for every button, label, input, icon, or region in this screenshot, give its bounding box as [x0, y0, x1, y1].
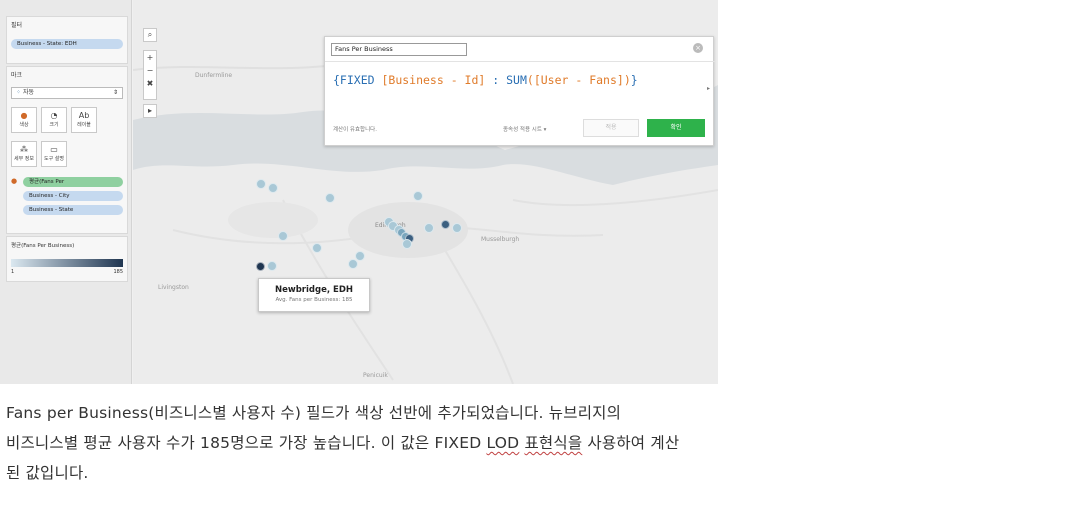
apply-button[interactable]: 적용 [583, 119, 639, 137]
formula-close: } [630, 73, 638, 87]
caption-line-3: 된 값입니다. [6, 464, 89, 482]
filters-card: 필터 Business - State: EDH [6, 16, 128, 64]
tooltip-detail: Avg. Fans per Business: 185 [275, 297, 353, 303]
divider [325, 61, 715, 62]
zoom-out-icon[interactable]: − [144, 64, 156, 77]
search-icon[interactable]: ⌕ [143, 28, 157, 42]
caption: Fans per Business(비즈니스별 사용자 수) 필드가 색상 선반… [6, 398, 1082, 488]
filters-title: 필터 [11, 22, 23, 29]
calc-name-input[interactable]: Fans Per Business [331, 43, 467, 56]
zoom-in-icon[interactable]: + [144, 51, 156, 64]
zoom-controls: + − ✖ [143, 50, 157, 100]
formula-arg: ([User - Fans]) [526, 73, 631, 87]
marks-title: 마크 [11, 72, 23, 79]
pin-icon[interactable]: ✖ [144, 77, 156, 90]
place-label: Livingston [158, 284, 189, 291]
calc-status-text: 계산이 유효합니다. [333, 127, 377, 133]
size-icon: ◔ [50, 111, 58, 120]
formula-open: {FIXED [333, 73, 382, 87]
size-button[interactable]: ◔ 크기 [41, 107, 67, 133]
legend-ramp [11, 259, 123, 267]
mark-type-icon: ⁘ [16, 89, 22, 96]
caption-line-2a: 비즈니스별 평균 사용자 수가 185명으로 가장 높습니다. 이 값은 FIX… [6, 434, 487, 452]
map-dot[interactable] [312, 243, 322, 253]
screenshot: 필터 Business - State: EDH 마크 ⁘ 자동 ⇕ ● 색상 … [0, 0, 718, 384]
calculation-dialog: Fans Per Business × {FIXED [Business - I… [324, 36, 715, 146]
color-pill-icon: ● [11, 177, 18, 185]
map-dot[interactable] [268, 183, 278, 193]
mark-type-select[interactable]: ⁘ 자동 ⇕ [11, 87, 123, 99]
tooltip-title: Newbridge, EDH [274, 285, 354, 295]
map-dot[interactable] [348, 259, 358, 269]
map-dot[interactable] [452, 223, 462, 233]
caption-lod: LOD [486, 434, 520, 452]
map-dot[interactable] [424, 223, 434, 233]
label-label: 레이블 [77, 122, 91, 128]
caption-line-2: 비즈니스별 평균 사용자 수가 185명으로 가장 높습니다. 이 값은 FIX… [6, 428, 1082, 458]
map-dot[interactable] [413, 191, 423, 201]
expand-icon[interactable]: ▸ [707, 85, 710, 92]
formula-func: SUM [506, 73, 527, 87]
map-dot[interactable] [402, 239, 412, 249]
map-dot[interactable] [325, 193, 335, 203]
detail-icon: ⁂ [20, 145, 28, 154]
formula-field: [Business - Id] [381, 73, 486, 87]
tooltip-icon: ▭ [50, 145, 58, 154]
caption-expression: 표현식을 [524, 434, 583, 452]
detail-button[interactable]: ⁂ 세부 정보 [11, 141, 37, 167]
mark-pill-fans[interactable]: 평균(Fans Per [23, 177, 123, 187]
legend-min: 1 [11, 269, 15, 275]
ok-button[interactable]: 확인 [647, 119, 705, 137]
map-tooltip: Newbridge, EDH Avg. Fans per Business: 1… [258, 278, 370, 312]
map-dot[interactable] [278, 231, 288, 241]
legend-title: 평균(Fans Per Business) [11, 243, 75, 249]
left-pane: 필터 Business - State: EDH 마크 ⁘ 자동 ⇕ ● 색상 … [0, 0, 132, 384]
label-icon: Ab [78, 111, 90, 120]
caption-line-1: Fans per Business(비즈니스별 사용자 수) 필드가 색상 선반… [6, 404, 622, 422]
map-dot[interactable] [256, 179, 266, 189]
tooltip-label: 도구 설명 [44, 156, 64, 162]
formula-colon: : [485, 73, 507, 87]
mark-type-value: 자동 [22, 89, 34, 96]
caption-line-2c: 사용하여 계산 [582, 434, 680, 452]
map-dot[interactable] [255, 261, 265, 271]
color-icon: ● [20, 111, 28, 120]
close-icon[interactable]: × [693, 43, 703, 53]
label-button[interactable]: Ab 레이블 [71, 107, 97, 133]
legend-card: 평균(Fans Per Business) 1 185 [6, 236, 128, 282]
play-icon[interactable]: ▸ [143, 104, 157, 118]
color-label: 색상 [19, 122, 29, 128]
size-label: 크기 [49, 122, 59, 128]
place-label: Penicuik [363, 372, 388, 379]
mark-pill-city[interactable]: Business - City [23, 191, 123, 201]
color-button[interactable]: ● 색상 [11, 107, 37, 133]
map-dot[interactable] [267, 261, 277, 271]
map-dot[interactable] [355, 251, 365, 261]
marks-card: 마크 ⁘ 자동 ⇕ ● 색상 ◔ 크기 Ab 레이블 ⁂ 세부 정보 ▭ 도구 … [6, 66, 128, 234]
dependency-dropdown[interactable]: 종속성 적용 시트 ▾ [503, 125, 546, 133]
calc-formula-editor[interactable]: {FIXED [Business - Id] : SUM([User - Fan… [333, 73, 638, 87]
place-label: Dunfermline [195, 72, 233, 79]
mark-pill-state[interactable]: Business - State [23, 205, 123, 215]
detail-label: 세부 정보 [14, 156, 34, 162]
place-label: Musselburgh [481, 236, 520, 243]
filter-pill[interactable]: Business - State: EDH [11, 39, 123, 49]
tooltip-button[interactable]: ▭ 도구 설명 [41, 141, 67, 167]
map-dot[interactable] [440, 219, 450, 229]
legend-max: 185 [113, 269, 123, 275]
chevron-down-icon: ⇕ [112, 89, 118, 96]
